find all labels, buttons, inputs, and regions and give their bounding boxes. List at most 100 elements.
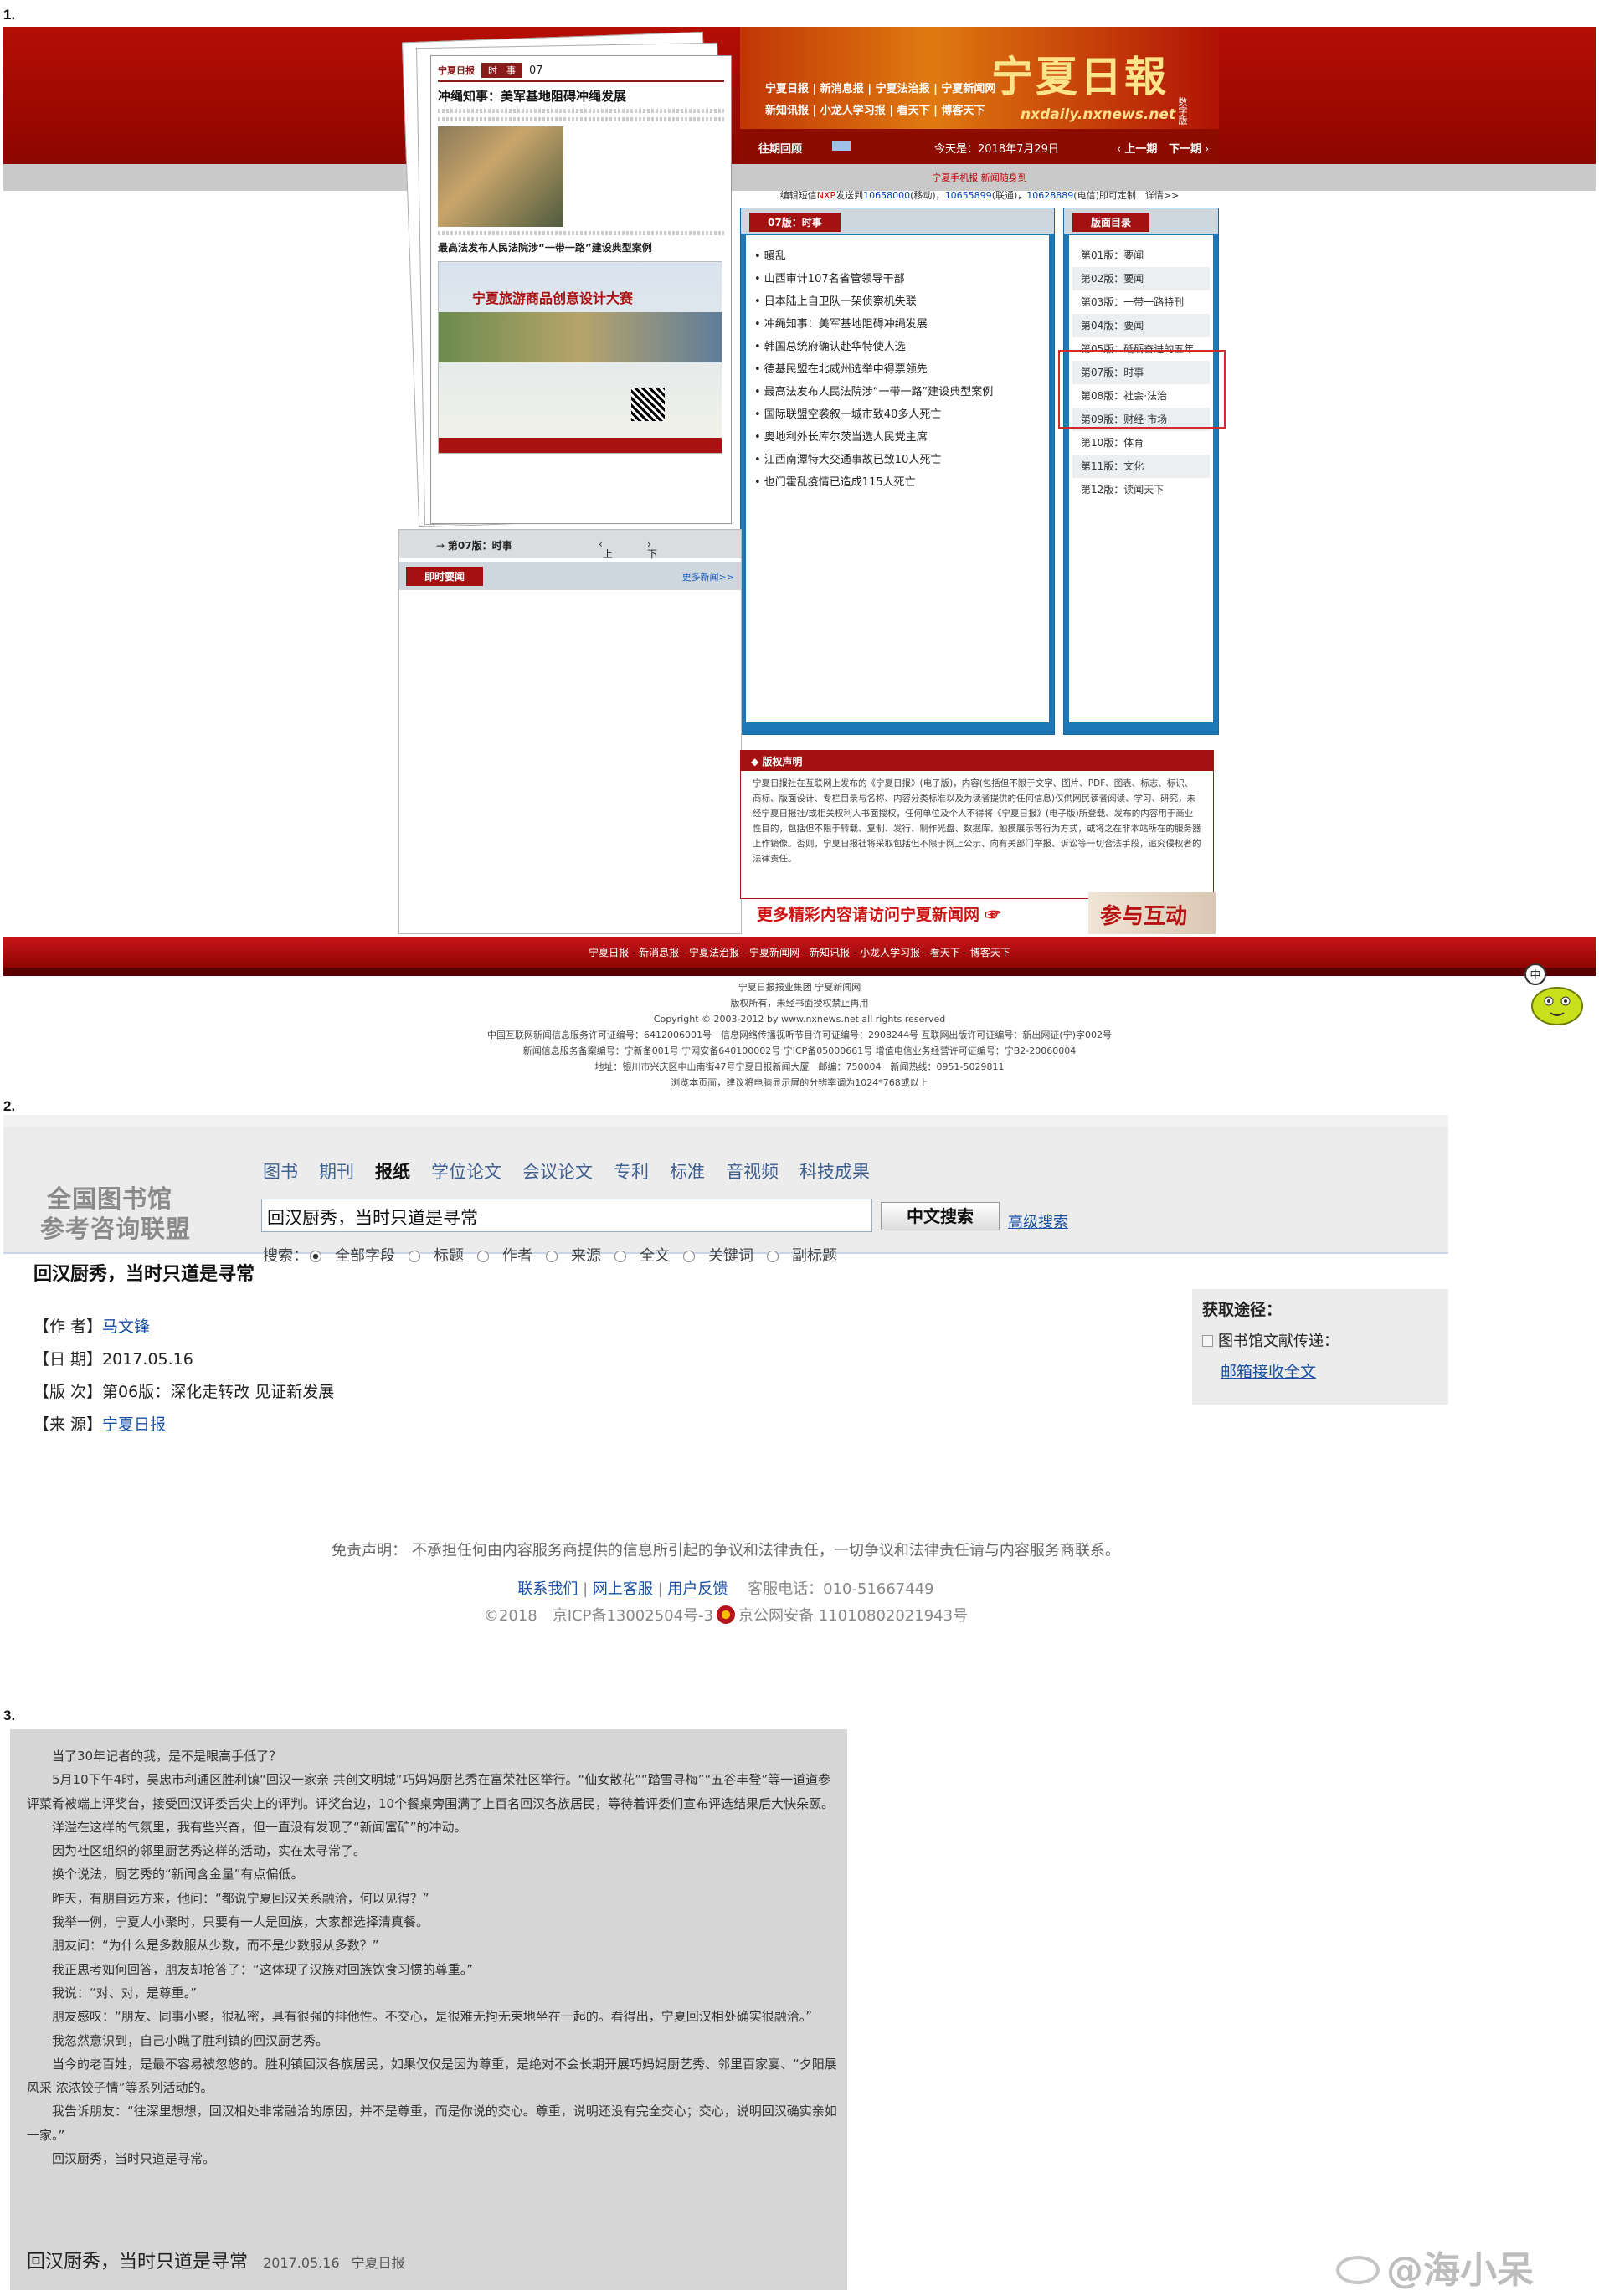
- search-option[interactable]: 关键词: [683, 1247, 753, 1265]
- history-link[interactable]: 往期回顾: [758, 140, 802, 156]
- paper-front[interactable]: 宁夏日报 时 事 07 冲绳知事：美军基地阻碍冲绳发展 最高法发布人民法院涉“一…: [430, 55, 732, 524]
- advanced-search-link[interactable]: 高级搜索: [1008, 1210, 1068, 1232]
- news-item[interactable]: • 江西南潭特大交通事故已致10人死亡: [754, 449, 1041, 471]
- article-paragraph: 我忽然意识到，自己小瞧了胜利镇的回汉厨艺秀。: [52, 2032, 329, 2048]
- paper-masthead: 宁夏日报 时 事 07: [438, 63, 724, 82]
- feedback-link[interactable]: 用户反馈: [667, 1580, 728, 1598]
- next-issue-link[interactable]: 下一期 ›: [1169, 140, 1209, 156]
- version-item[interactable]: 第01版：要闻: [1072, 244, 1210, 267]
- article-screenshot: 当了30年记者的我，是不是眼高手低了？ 5月10下午4时，吴忠市利通区胜利镇“回汉…: [10, 1729, 847, 2290]
- version-item[interactable]: 第11版：文化: [1072, 455, 1210, 478]
- access-title: 获取途径：: [1202, 1301, 1283, 1319]
- category-tab[interactable]: 科技成果: [800, 1162, 870, 1182]
- category-tab[interactable]: 标准: [670, 1162, 705, 1182]
- site-banner: 宁夏日报 | 新消息报 | 宁夏法治报 | 宁夏新闻网 新知讯报 | 小龙人学习…: [740, 27, 1219, 129]
- sms-subscribe: 编辑短信NXP发送到10658000(移动)，10655899(联通)，1062…: [779, 190, 1180, 201]
- news-list-tab[interactable]: 07版：时事: [749, 213, 841, 232]
- calendar-icon[interactable]: [832, 141, 851, 151]
- instant-news-tab[interactable]: 即时要闻: [406, 567, 484, 586]
- sms-detail-link[interactable]: 详情>>: [1145, 190, 1179, 201]
- search-option[interactable]: 作者: [477, 1247, 532, 1265]
- article-paragraph: 洋溢在这样的气氛里，我有些兴奋，但一直没有发现了“新闻富矿”的冲动。: [52, 1819, 467, 1835]
- news-item[interactable]: • 也门霍乱疫情已造成115人死亡: [754, 471, 1041, 494]
- version-item[interactable]: 第02版：要闻: [1072, 267, 1210, 290]
- highlight-box: [1058, 350, 1226, 429]
- banner-links-row1[interactable]: 宁夏日报 | 新消息报 | 宁夏法治报 | 宁夏新闻网: [765, 79, 995, 100]
- weibo-watermark: @海小呆: [1336, 2240, 1534, 2293]
- more-news-link[interactable]: 更多新闻>>: [682, 570, 734, 583]
- prev-issue-link[interactable]: ‹ 上一期: [1117, 140, 1157, 156]
- contact-link[interactable]: 联系我们: [517, 1580, 578, 1598]
- news-item[interactable]: • 最高法发布人民法院涉“一带一路”建设典型案例: [754, 381, 1041, 403]
- paper-subheadline: 最高法发布人民法院涉“一带一路”建设典型案例: [438, 242, 652, 254]
- category-tab[interactable]: 报纸: [375, 1161, 410, 1182]
- news-item[interactable]: • 国际联盟空袭叙一城市致40多人死亡: [754, 403, 1041, 426]
- current-page-link[interactable]: → 第07版：时事: [436, 538, 512, 552]
- radio-icon[interactable]: [767, 1251, 779, 1262]
- version-item[interactable]: 第12版：读闻天下: [1072, 478, 1210, 501]
- radio-icon[interactable]: [409, 1251, 420, 1262]
- version-tab[interactable]: 版面目录: [1072, 213, 1150, 232]
- search-input[interactable]: 回汉厨秀，当时只道是寻常: [261, 1199, 872, 1232]
- next-page-link[interactable]: 下一版 ›: [647, 538, 657, 588]
- radio-icon[interactable]: [614, 1251, 626, 1262]
- news-item[interactable]: • 山西审计107名省管领导干部: [754, 268, 1041, 290]
- mascot-icon[interactable]: 中: [1520, 963, 1589, 1031]
- radio-icon[interactable]: [477, 1251, 489, 1262]
- search-option[interactable]: 全文: [614, 1247, 670, 1265]
- version-item[interactable]: 第04版：要闻: [1072, 314, 1210, 337]
- footer-line: 中国互联网新闻信息服务许可证编号：6412006001号 信息网络传播视听节目许…: [486, 1030, 1113, 1040]
- news-list-panel: 07版：时事 • 暖乱 • 山西审计107名省管领导干部 • 日本陆上自卫队一架侦察…: [740, 208, 1055, 735]
- category-tab[interactable]: 图书: [263, 1162, 298, 1182]
- pointer-hand-icon: ☞: [985, 906, 1001, 924]
- radio-icon[interactable]: [310, 1251, 321, 1262]
- news-item[interactable]: • 德基民盟在北威州选举中得票领先: [754, 358, 1041, 381]
- qr-code-icon: [631, 388, 665, 421]
- source-link[interactable]: 宁夏日报: [102, 1415, 166, 1434]
- category-tab[interactable]: 专利: [614, 1162, 649, 1182]
- footer-info: 宁夏日报报业集团 宁夏新闻网 版权所有，未经书面授权禁止再用 Copyright ©…: [3, 979, 1596, 1091]
- version-item[interactable]: 第03版：一带一路特刊: [1072, 290, 1210, 314]
- article-paragraph: 朋友感叹：“朋友、同事小聚，很私密，具有很强的排他性。不交心，是很难无拘无束地坐…: [52, 2009, 813, 2025]
- more-content-link[interactable]: 更多精彩内容请访问宁夏新闻网 ☞: [757, 902, 1001, 925]
- category-tab[interactable]: 期刊: [319, 1162, 354, 1182]
- version-item[interactable]: 第10版：体育: [1072, 431, 1210, 455]
- search-options-label: 搜索：: [263, 1247, 308, 1265]
- site-logo: 宁夏日報: [991, 52, 1169, 101]
- paper-ad: 宁夏旅游商品创意设计大赛: [438, 261, 722, 454]
- article-paragraph: 5月10下午4时，吴忠市利通区胜利镇“回汉一家亲 共创文明城”巧妈妈厨艺秀在富荣…: [27, 1772, 835, 1811]
- banner-links[interactable]: 宁夏日报 | 新消息报 | 宁夏法治报 | 宁夏新闻网 新知讯报 | 小龙人学习…: [765, 79, 995, 122]
- search-option[interactable]: 标题: [409, 1247, 464, 1265]
- category-tab[interactable]: 会议论文: [522, 1162, 593, 1182]
- news-item[interactable]: • 冲绳知事：美军基地阻碍冲绳发展: [754, 313, 1041, 336]
- search-button[interactable]: 中文搜索: [881, 1202, 1000, 1230]
- article-paragraph: 我说：“对、对，是尊重。”: [52, 1985, 198, 2001]
- email-fulltext-link[interactable]: 邮箱接收全文: [1221, 1359, 1316, 1382]
- radio-icon[interactable]: [546, 1251, 558, 1262]
- news-item[interactable]: • 暖乱: [754, 245, 1041, 268]
- newspaper-preview[interactable]: 宁夏日报 时 事 07 冲绳知事：美军基地阻碍冲绳发展 最高法发布人民法院涉“一…: [395, 31, 743, 539]
- article-paragraph: 因为社区组织的邻里厨艺秀这样的活动，实在太寻常了。: [52, 1843, 367, 1859]
- section-marker-3: 3.: [3, 1708, 16, 1723]
- interact-button[interactable]: 参与互动: [1088, 892, 1216, 934]
- news-item[interactable]: • 韩国总统府确认赴华特使人选: [754, 336, 1041, 358]
- search-option[interactable]: 来源: [546, 1247, 601, 1265]
- edition-label: 数字版: [1177, 97, 1188, 125]
- radio-icon[interactable]: [683, 1251, 695, 1262]
- banner-links-row2[interactable]: 新知讯报 | 小龙人学习报 | 看天下 | 博客天下: [765, 100, 995, 122]
- footer-links[interactable]: 宁夏日报 - 新消息报 - 宁夏法治报 - 宁夏新闻网 - 新知讯报 - 小龙人…: [3, 937, 1596, 968]
- search-option[interactable]: 全部字段: [310, 1247, 395, 1265]
- page-nav: → 第07版：时事 ‹ 上一版 下一版 ›: [399, 530, 741, 588]
- news-item[interactable]: • 奥地利外长库尔茨当选人民党主席: [754, 426, 1041, 449]
- article-footer-paper: 宁夏日报: [351, 2255, 405, 2271]
- category-tab[interactable]: 音视频: [726, 1162, 779, 1182]
- article-body: 当了30年记者的我，是不是眼高手低了？ 5月10下午4时，吴忠市利通区胜利镇“回汉…: [27, 1744, 841, 2170]
- news-item[interactable]: • 日本陆上自卫队一架侦察机失联: [754, 290, 1041, 313]
- category-tab[interactable]: 学位论文: [431, 1162, 501, 1182]
- mobile-paper-link[interactable]: 宁夏手机报 新闻随身到: [740, 171, 1219, 184]
- paper-ad-title: 宁夏旅游商品创意设计大赛: [472, 290, 634, 306]
- prev-page-link[interactable]: ‹ 上一版: [599, 538, 613, 588]
- author-link[interactable]: 马文锋: [102, 1318, 150, 1336]
- search-option[interactable]: 副标题: [767, 1247, 837, 1265]
- service-link[interactable]: 网上客服: [593, 1580, 653, 1598]
